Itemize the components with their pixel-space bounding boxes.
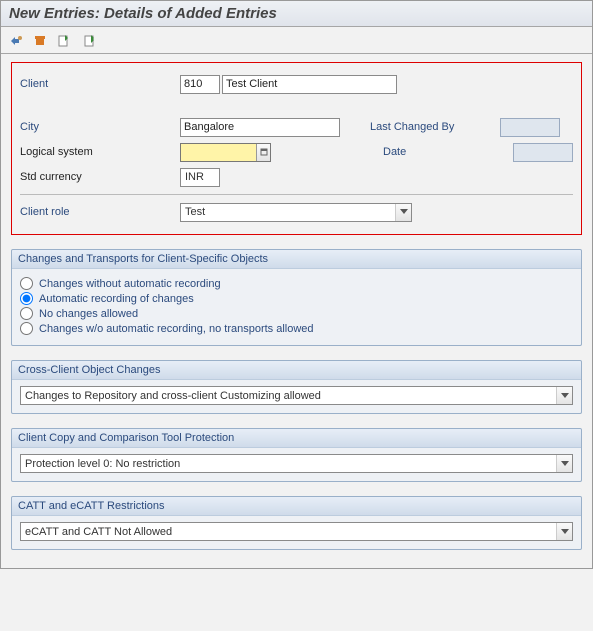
client-name-input[interactable] <box>222 75 397 94</box>
dropdown-arrow-icon <box>556 455 572 472</box>
changes-transports-group: Changes and Transports for Client-Specif… <box>11 249 582 346</box>
changes-radio-1[interactable] <box>20 292 33 305</box>
cross-client-title: Cross-Client Object Changes <box>12 361 581 380</box>
cross-client-value: Changes to Repository and cross-client C… <box>25 390 321 402</box>
catt-group: CATT and eCATT Restrictions eCATT and CA… <box>11 496 582 550</box>
next-entry-button[interactable] <box>79 31 97 49</box>
changes-option-label: Changes w/o automatic recording, no tran… <box>39 323 314 335</box>
dropdown-arrow-icon <box>556 523 572 540</box>
client-role-dropdown[interactable]: Test <box>180 203 412 222</box>
client-label: Client <box>20 78 180 90</box>
copy-protection-value: Protection level 0: No restriction <box>25 458 180 470</box>
catt-title: CATT and eCATT Restrictions <box>12 497 581 516</box>
changes-transports-title: Changes and Transports for Client-Specif… <box>12 250 581 269</box>
f4-help-button[interactable] <box>256 144 270 161</box>
changes-radio-3[interactable] <box>20 322 33 335</box>
copy-protection-title: Client Copy and Comparison Tool Protecti… <box>12 429 581 448</box>
client-role-value: Test <box>185 206 205 218</box>
changes-option-1[interactable]: Automatic recording of changes <box>20 292 573 305</box>
city-label: City <box>20 121 180 133</box>
changes-option-label: Changes without automatic recording <box>39 278 221 290</box>
previous-entry-button[interactable] <box>55 31 73 49</box>
cross-client-group: Cross-Client Object Changes Changes to R… <box>11 360 582 414</box>
changes-option-label: No changes allowed <box>39 308 138 320</box>
date-label: Date <box>383 146 513 158</box>
other-entry-button[interactable] <box>7 31 25 49</box>
changes-radio-2[interactable] <box>20 307 33 320</box>
delete-button[interactable] <box>31 31 49 49</box>
dropdown-arrow-icon <box>556 387 572 404</box>
client-number-input[interactable] <box>180 75 220 94</box>
copy-protection-dropdown[interactable]: Protection level 0: No restriction <box>20 454 573 473</box>
std-currency-field[interactable]: INR <box>180 168 220 187</box>
toolbar <box>1 27 592 54</box>
cross-client-dropdown[interactable]: Changes to Repository and cross-client C… <box>20 386 573 405</box>
last-changed-by-field <box>500 118 560 137</box>
std-currency-label: Std currency <box>20 171 180 183</box>
changes-option-2[interactable]: No changes allowed <box>20 307 573 320</box>
client-details-frame: Client City Last Changed By Logical syst… <box>11 62 582 235</box>
page-title: New Entries: Details of Added Entries <box>9 5 584 22</box>
client-role-label: Client role <box>20 206 180 218</box>
logical-system-input[interactable] <box>181 144 256 161</box>
changes-option-0[interactable]: Changes without automatic recording <box>20 277 573 290</box>
dropdown-arrow-icon <box>395 204 411 221</box>
changes-option-label: Automatic recording of changes <box>39 293 194 305</box>
changes-radio-0[interactable] <box>20 277 33 290</box>
changes-option-3[interactable]: Changes w/o automatic recording, no tran… <box>20 322 573 335</box>
copy-protection-group: Client Copy and Comparison Tool Protecti… <box>11 428 582 482</box>
catt-value: eCATT and CATT Not Allowed <box>25 526 172 538</box>
last-changed-by-label: Last Changed By <box>370 121 500 133</box>
date-field <box>513 143 573 162</box>
catt-dropdown[interactable]: eCATT and CATT Not Allowed <box>20 522 573 541</box>
logical-system-label: Logical system <box>20 146 180 158</box>
city-input[interactable] <box>180 118 340 137</box>
